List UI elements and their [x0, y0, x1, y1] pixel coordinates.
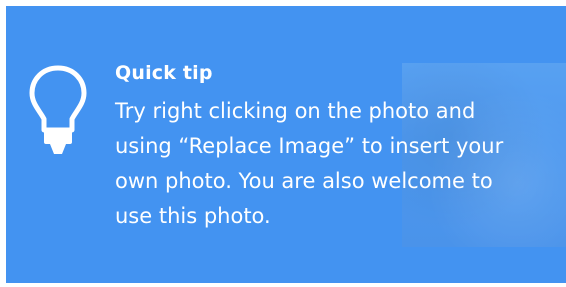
tip-title: Quick tip — [115, 62, 213, 84]
tip-line-1: Try right clicking on the photo and — [115, 99, 476, 123]
quick-tip-card: Quick tip Try right clicking on the phot… — [6, 6, 566, 283]
tip-line-2: using “Replace Image” to insert your — [115, 134, 504, 158]
tip-body: Try right clicking on the photo and usin… — [115, 94, 535, 234]
lightbulb-icon — [29, 65, 87, 154]
tip-line-3: own photo. You are also welcome to — [115, 169, 493, 193]
tip-line-4: use this photo. — [115, 204, 271, 228]
